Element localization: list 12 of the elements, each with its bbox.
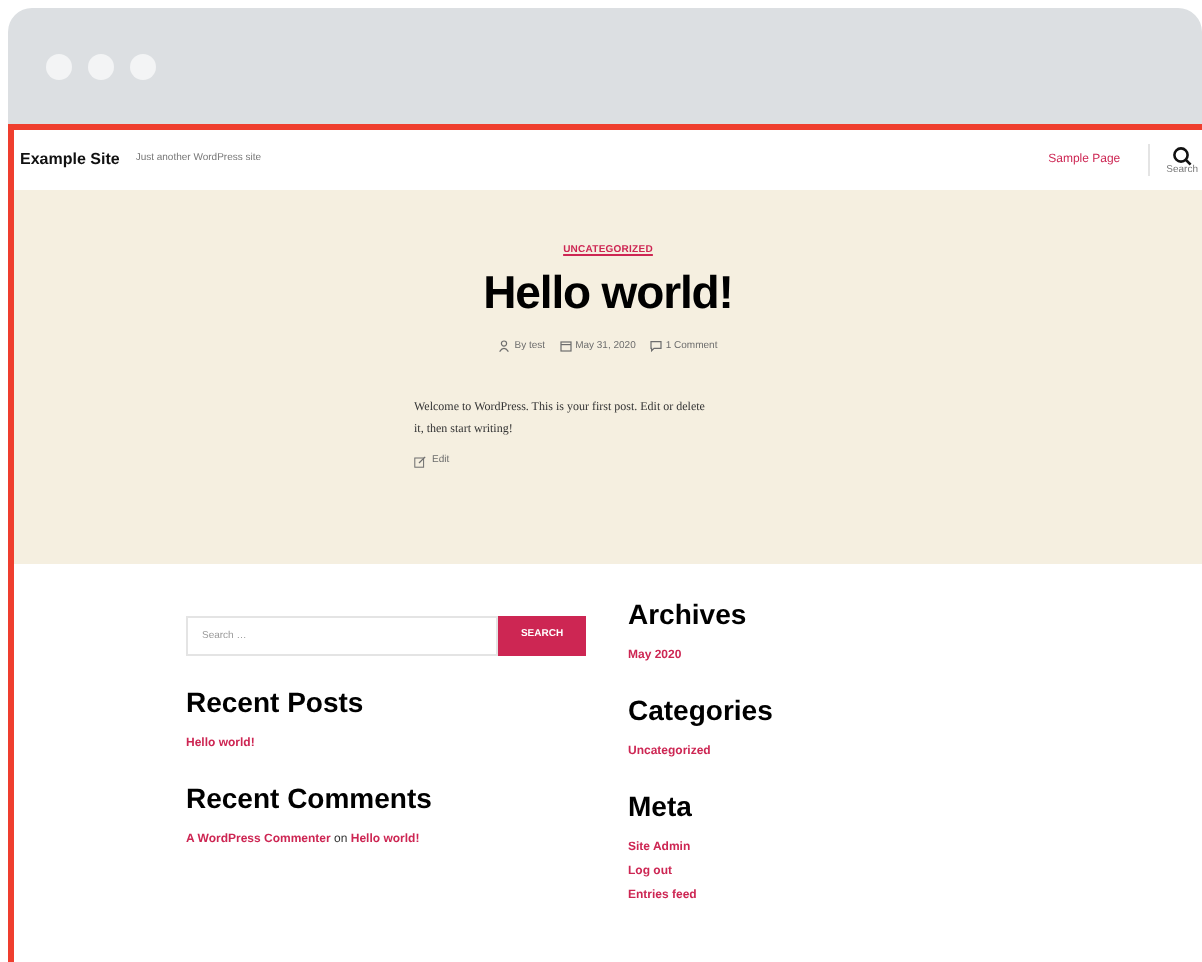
widget-title: Categories — [628, 696, 775, 724]
widget-title: Meta — [628, 792, 694, 820]
pencil-icon — [414, 455, 426, 468]
widget-title: Archives — [628, 600, 749, 628]
speech-bubble-icon — [649, 340, 662, 353]
search-icon — [1172, 145, 1193, 165]
post-title: Hello world! — [483, 269, 733, 315]
site-title[interactable]: Example Site — [20, 148, 120, 172]
widget-title: Recent Posts — [186, 688, 366, 716]
person-icon — [498, 340, 511, 353]
calendar-icon — [559, 340, 572, 353]
widget-title: Recent Comments — [186, 784, 434, 812]
